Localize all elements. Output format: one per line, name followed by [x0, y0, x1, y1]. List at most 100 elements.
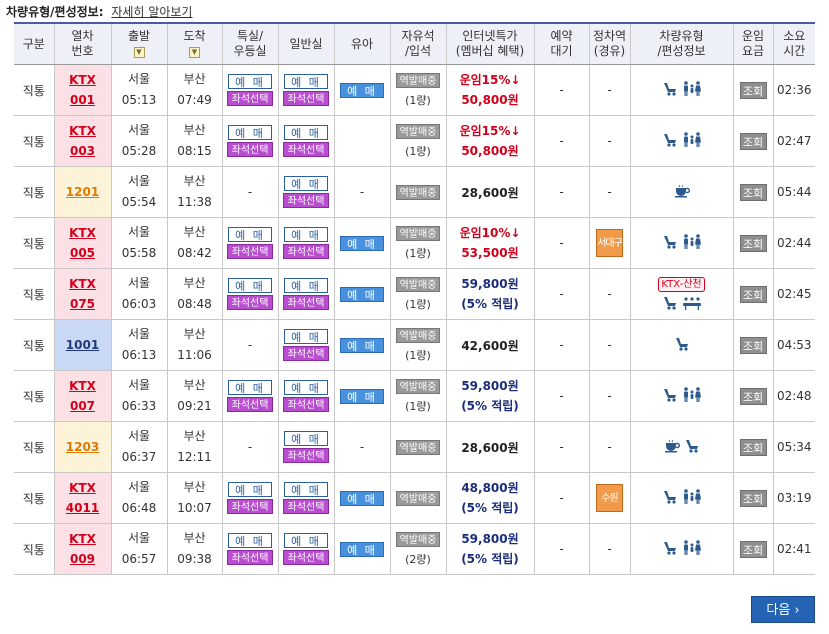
- buy-button[interactable]: 예 매: [228, 533, 272, 548]
- seat-select-button[interactable]: 좌석선택: [227, 295, 273, 310]
- fare-inquiry-button[interactable]: 조회: [739, 540, 767, 558]
- train-number-text[interactable]: KTX: [55, 529, 111, 549]
- train-number-text[interactable]: 075: [55, 294, 111, 314]
- seat-select-button[interactable]: 좌석선택: [283, 295, 329, 310]
- fare-inquiry-button[interactable]: 조회: [739, 132, 767, 150]
- buy-button[interactable]: 예 매: [284, 431, 328, 446]
- seat-select-button[interactable]: 좌석선택: [283, 448, 329, 463]
- buy-button[interactable]: 예 매: [228, 74, 272, 89]
- sort-arrive-icon[interactable]: ▼: [189, 47, 200, 58]
- cafe-icon[interactable]: [674, 184, 690, 201]
- seat-select-button[interactable]: 좌석선택: [283, 193, 329, 208]
- stroller-icon[interactable]: [662, 82, 678, 99]
- train-number[interactable]: 1201: [53, 166, 111, 218]
- train-number[interactable]: 1001: [53, 319, 111, 371]
- infant-buy-button[interactable]: 예 매: [340, 541, 384, 557]
- infant-buy-button[interactable]: 예 매: [340, 235, 384, 251]
- stop-badge[interactable]: 수원: [596, 484, 623, 512]
- stroller-icon[interactable]: [684, 439, 700, 456]
- seat-select-button[interactable]: 좌석선택: [227, 244, 273, 259]
- train-number-text[interactable]: KTX: [55, 121, 111, 141]
- train-number[interactable]: KTX 007: [53, 370, 111, 422]
- seat-select-button[interactable]: 좌석선택: [227, 550, 273, 565]
- infant-buy-button[interactable]: 예 매: [340, 388, 384, 404]
- fare-inquiry-button[interactable]: 조회: [739, 387, 767, 405]
- seat-select-button[interactable]: 좌석선택: [227, 142, 273, 157]
- infant-buy-button[interactable]: 예 매: [340, 286, 384, 302]
- train-number-text[interactable]: 007: [55, 396, 111, 416]
- buy-button[interactable]: 예 매: [284, 74, 328, 89]
- stroller-icon[interactable]: [662, 133, 678, 150]
- stroller-icon[interactable]: [662, 490, 678, 507]
- train-number-text[interactable]: KTX: [55, 70, 111, 90]
- buy-button[interactable]: 예 매: [228, 278, 272, 293]
- seat-select-button[interactable]: 좌석선택: [283, 244, 329, 259]
- infant-buy-button[interactable]: 예 매: [340, 337, 384, 353]
- buy-button[interactable]: 예 매: [228, 380, 272, 395]
- buy-button[interactable]: 예 매: [228, 482, 272, 497]
- infant-buy-button[interactable]: 예 매: [340, 82, 384, 98]
- seat-select-button[interactable]: 좌석선택: [283, 91, 329, 106]
- fare-inquiry-button[interactable]: 조회: [739, 81, 767, 99]
- train-number[interactable]: KTX 009: [53, 523, 111, 575]
- train-number-text[interactable]: KTX: [55, 223, 111, 243]
- buy-button[interactable]: 예 매: [284, 176, 328, 191]
- stop-badge[interactable]: 서대구: [596, 229, 623, 257]
- infant-buy-button[interactable]: 예 매: [340, 490, 384, 506]
- fare-inquiry-button[interactable]: 조회: [739, 336, 767, 354]
- buy-button[interactable]: 예 매: [284, 125, 328, 140]
- train-number[interactable]: KTX 005: [53, 217, 111, 269]
- train-number[interactable]: KTX 003: [53, 115, 111, 167]
- family-icon[interactable]: [682, 489, 702, 507]
- buy-button[interactable]: 예 매: [284, 227, 328, 242]
- train-number-text[interactable]: 001: [55, 90, 111, 110]
- col-arrive[interactable]: 도착 ▼: [166, 22, 222, 65]
- train-number[interactable]: KTX 001: [53, 64, 111, 116]
- fare-inquiry-button[interactable]: 조회: [739, 489, 767, 507]
- buy-button[interactable]: 예 매: [228, 125, 272, 140]
- family-icon[interactable]: [682, 234, 702, 252]
- train-number[interactable]: KTX 075: [53, 268, 111, 320]
- seat-select-button[interactable]: 좌석선택: [283, 142, 329, 157]
- next-button[interactable]: 다음 ›: [751, 596, 815, 623]
- buy-button[interactable]: 예 매: [284, 533, 328, 548]
- family-icon[interactable]: [682, 81, 702, 99]
- fare-inquiry-button[interactable]: 조회: [739, 234, 767, 252]
- train-number-text[interactable]: 1201: [55, 182, 111, 202]
- meeting-room-icon[interactable]: [682, 296, 702, 313]
- seat-select-button[interactable]: 좌석선택: [227, 91, 273, 106]
- vehicle-info-link[interactable]: 자세히 알아보기: [111, 5, 192, 19]
- train-number-text[interactable]: 1203: [55, 437, 111, 457]
- family-icon[interactable]: [682, 132, 702, 150]
- col-depart[interactable]: 출발 ▼: [110, 22, 167, 65]
- stroller-icon[interactable]: [662, 296, 678, 313]
- buy-button[interactable]: 예 매: [284, 329, 328, 344]
- seat-select-button[interactable]: 좌석선택: [283, 346, 329, 361]
- train-number-text[interactable]: 005: [55, 243, 111, 263]
- buy-button[interactable]: 예 매: [284, 482, 328, 497]
- buy-button[interactable]: 예 매: [284, 278, 328, 293]
- family-icon[interactable]: [682, 387, 702, 405]
- train-number-text[interactable]: KTX: [55, 274, 111, 294]
- train-number-text[interactable]: KTX: [55, 376, 111, 396]
- seat-select-button[interactable]: 좌석선택: [227, 397, 273, 412]
- sort-depart-icon[interactable]: ▼: [133, 47, 145, 58]
- seat-select-button[interactable]: 좌석선택: [227, 499, 273, 514]
- train-number-text[interactable]: KTX: [55, 478, 111, 498]
- buy-button[interactable]: 예 매: [228, 227, 272, 242]
- stroller-icon[interactable]: [662, 388, 678, 405]
- seat-select-button[interactable]: 좌석선택: [283, 550, 329, 565]
- train-number[interactable]: KTX 4011: [53, 472, 111, 524]
- stroller-icon[interactable]: [662, 541, 678, 558]
- train-number-text[interactable]: 003: [55, 141, 111, 161]
- cafe-icon[interactable]: [664, 439, 680, 456]
- buy-button[interactable]: 예 매: [284, 380, 328, 395]
- family-icon[interactable]: [682, 540, 702, 558]
- stroller-icon[interactable]: [674, 337, 690, 354]
- fare-inquiry-button[interactable]: 조회: [739, 438, 767, 456]
- train-number-text[interactable]: 4011: [55, 498, 111, 518]
- seat-select-button[interactable]: 좌석선택: [283, 397, 329, 412]
- stroller-icon[interactable]: [662, 235, 678, 252]
- train-number[interactable]: 1203: [53, 421, 111, 473]
- seat-select-button[interactable]: 좌석선택: [283, 499, 329, 514]
